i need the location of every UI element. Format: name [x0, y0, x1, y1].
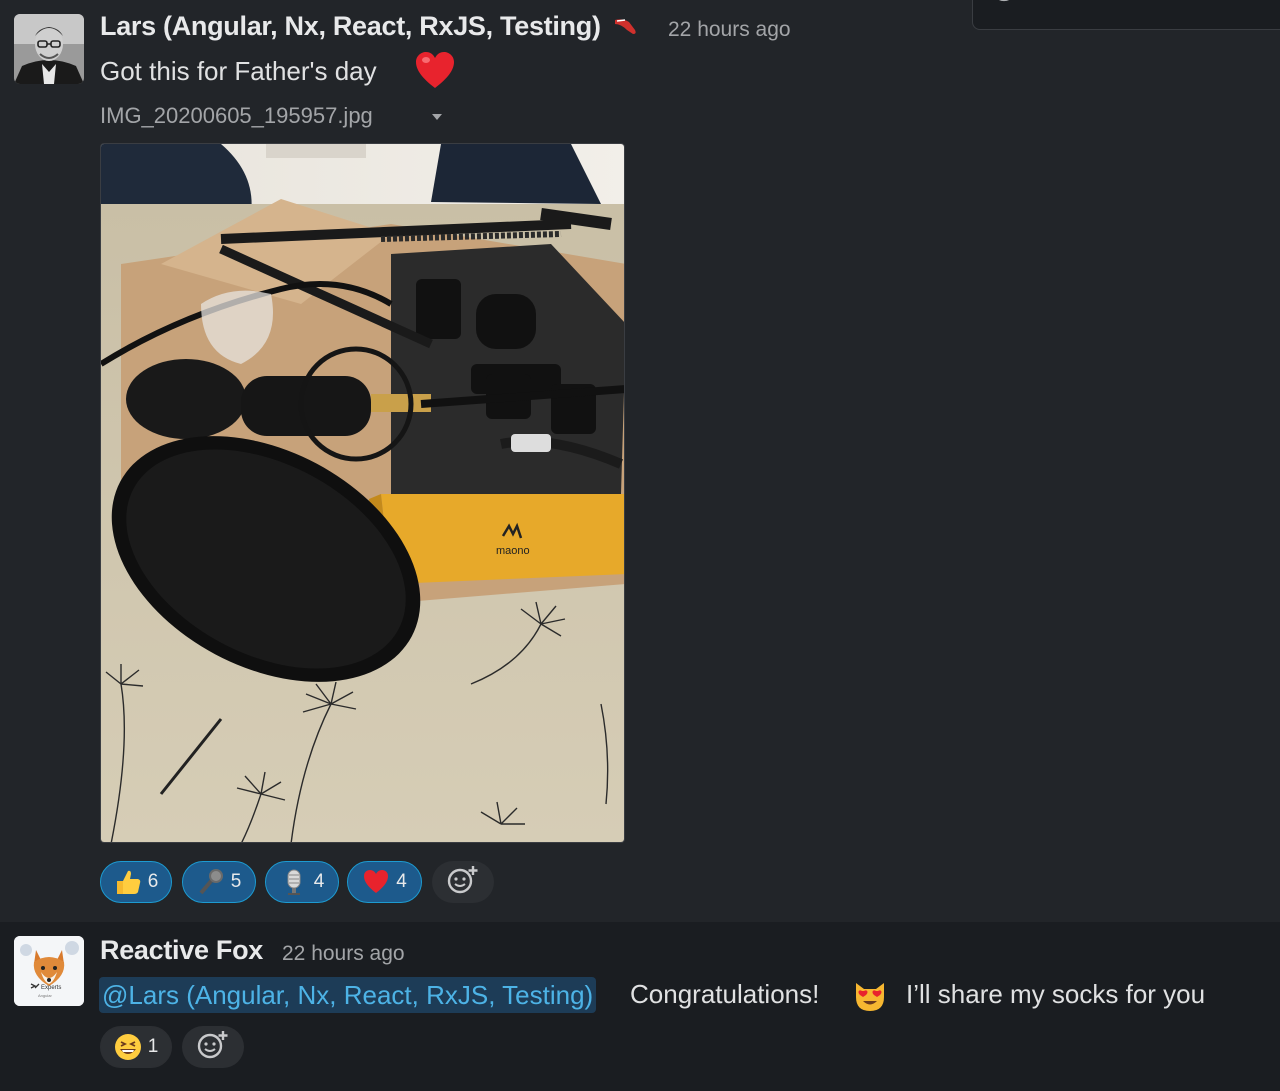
- avatar-text: Experts: [41, 985, 61, 991]
- chevron-down-icon[interactable]: [432, 114, 442, 120]
- avatar[interactable]: [14, 14, 84, 84]
- message-actions-toolbar: [972, 0, 1280, 30]
- reaction-count: 4: [396, 871, 407, 892]
- microphone-kit-photo: maono: [101, 144, 624, 842]
- red-heart-emoji-icon: [414, 50, 456, 92]
- attached-image[interactable]: maono: [100, 143, 625, 843]
- author-name[interactable]: Reactive Fox: [100, 935, 263, 966]
- share-message-icon[interactable]: [1115, 0, 1151, 9]
- message-timestamp[interactable]: 22 hours ago: [668, 18, 791, 42]
- message-timestamp[interactable]: 22 hours ago: [282, 942, 405, 966]
- reaction-grinning-squinting-face[interactable]: 1: [100, 1026, 172, 1068]
- reply-in-thread-icon[interactable]: [1053, 0, 1089, 9]
- reaction-count: 1: [147, 1036, 159, 1057]
- reaction-thumbs-up[interactable]: 6: [100, 861, 172, 903]
- microphone-icon: [197, 868, 225, 896]
- message-text: Congratulations!: [630, 979, 820, 1009]
- reaction-studio-microphone[interactable]: 4: [265, 861, 339, 903]
- add-reaction-button[interactable]: [182, 1026, 244, 1068]
- add-reaction-button[interactable]: [432, 861, 494, 903]
- red-heart-icon: [362, 868, 390, 896]
- reaction-count: 4: [313, 871, 325, 892]
- add-reaction-icon: [196, 1030, 230, 1065]
- add-reaction-toolbar-icon[interactable]: [991, 0, 1027, 9]
- user-mention[interactable]: @Lars (Angular, Nx, React, RxJS, Testing…: [99, 977, 597, 1013]
- more-actions-icon[interactable]: [1239, 0, 1275, 9]
- message-lars[interactable]: Lars (Angular, Nx, React, RxJS, Testing)…: [0, 0, 1280, 922]
- avatar-subtext: Angular: [38, 993, 52, 998]
- reaction-count: 6: [147, 871, 159, 892]
- studio-microphone-icon: [280, 868, 308, 896]
- message-reactive-fox[interactable]: Experts Angular Reactive Fox 22 hours ag…: [0, 922, 1280, 1091]
- author-name[interactable]: Lars (Angular, Nx, React, RxJS, Testing): [100, 11, 601, 42]
- message-text-continued: I’ll share my socks for you: [906, 979, 1206, 1009]
- grinning-squinting-face-icon: [114, 1033, 142, 1061]
- heart-eyes-cat-emoji-icon: [852, 977, 888, 1013]
- message-text: Got this for Father's day: [100, 56, 377, 86]
- reaction-count: 5: [230, 871, 242, 892]
- attachment-file-name[interactable]: IMG_20200605_195957.jpg: [100, 103, 373, 129]
- avatar[interactable]: Experts Angular: [14, 936, 84, 1006]
- bookmark-icon[interactable]: [1177, 0, 1213, 9]
- thumbs-up-icon: [114, 868, 142, 896]
- add-reaction-icon: [446, 865, 480, 900]
- brand-text: maono: [496, 545, 530, 557]
- reaction-microphone[interactable]: 5: [182, 861, 256, 903]
- status-emoji-icon: [613, 14, 645, 40]
- reaction-red-heart[interactable]: 4: [347, 861, 422, 903]
